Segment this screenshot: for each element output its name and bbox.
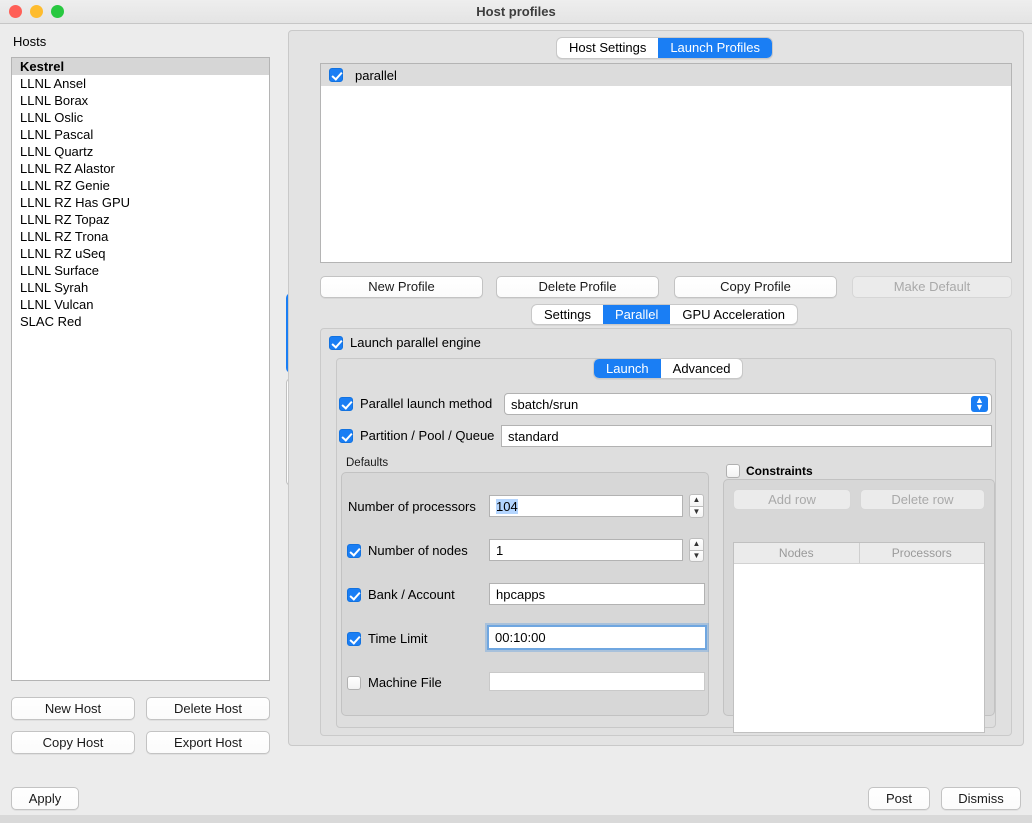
stepper-down-icon[interactable]: ▼ xyxy=(689,506,704,519)
copy-profile-button[interactable]: Copy Profile xyxy=(674,276,837,298)
window-titlebar: Host profiles xyxy=(0,0,1032,24)
post-button[interactable]: Post xyxy=(868,787,930,810)
host-list-item[interactable]: SLAC Red xyxy=(12,313,269,330)
host-list-item[interactable]: LLNL RZ Genie xyxy=(12,177,269,194)
host-list-item[interactable]: LLNL Oslic xyxy=(12,109,269,126)
partition-label: Partition / Pool / Queue xyxy=(360,428,494,443)
machine-file-row[interactable]: Machine File xyxy=(347,675,442,690)
constraints-table-header: Nodes Processors xyxy=(734,543,984,564)
constraints-checkbox[interactable] xyxy=(726,464,740,478)
profile-list[interactable]: parallel xyxy=(320,63,1012,263)
num-nodes-stepper[interactable]: ▲ ▼ xyxy=(689,538,704,562)
launch-parallel-engine-label: Launch parallel engine xyxy=(350,335,481,350)
bank-account-input[interactable]: hpcapps xyxy=(489,583,705,605)
constraints-row[interactable]: Constraints xyxy=(726,464,813,478)
bank-account-checkbox[interactable] xyxy=(347,588,361,602)
partition-input[interactable]: standard xyxy=(501,425,992,447)
launch-method-value: sbatch/srun xyxy=(511,397,578,412)
profile-tabs[interactable]: Settings Parallel GPU Acceleration xyxy=(531,304,798,325)
new-profile-button[interactable]: New Profile xyxy=(320,276,483,298)
num-nodes-input[interactable]: 1 xyxy=(489,539,683,561)
launch-method-label: Parallel launch method xyxy=(360,396,492,411)
partition-row[interactable]: Partition / Pool / Queue xyxy=(339,428,494,443)
launch-method-select[interactable]: sbatch/srun ▲▼ xyxy=(504,393,992,415)
profile-name: parallel xyxy=(355,68,397,83)
top-tabs[interactable]: Host Settings Launch Profiles xyxy=(556,37,773,59)
tab-advanced[interactable]: Advanced xyxy=(661,359,743,378)
partition-checkbox[interactable] xyxy=(339,429,353,443)
host-list-item[interactable]: LLNL Surface xyxy=(12,262,269,279)
apply-button[interactable]: Apply xyxy=(11,787,79,810)
time-limit-label: Time Limit xyxy=(368,631,427,646)
column-header-nodes: Nodes xyxy=(734,543,860,563)
profile-list-item[interactable]: parallel xyxy=(321,64,1011,86)
host-list[interactable]: Kestrel LLNL Ansel LLNL Borax LLNL Oslic… xyxy=(11,57,270,681)
stepper-up-icon[interactable]: ▲ xyxy=(689,538,704,550)
tab-host-settings[interactable]: Host Settings xyxy=(557,38,658,58)
launch-sub-tabs[interactable]: Launch Advanced xyxy=(593,358,743,379)
host-list-item[interactable]: LLNL Vulcan xyxy=(12,296,269,313)
num-nodes-value: 1 xyxy=(496,543,503,558)
bank-account-value: hpcapps xyxy=(496,587,545,602)
copy-host-button[interactable]: Copy Host xyxy=(11,731,135,754)
host-list-item[interactable]: LLNL RZ Trona xyxy=(12,228,269,245)
host-list-item[interactable]: LLNL RZ Has GPU xyxy=(12,194,269,211)
bank-account-label: Bank / Account xyxy=(368,587,455,602)
add-row-button: Add row xyxy=(733,489,851,510)
delete-host-button[interactable]: Delete Host xyxy=(146,697,270,720)
profile-enabled-checkbox[interactable] xyxy=(329,68,343,82)
window-title: Host profiles xyxy=(0,0,1032,24)
time-limit-value: 00:10:00 xyxy=(495,630,546,645)
window-bottom-strip xyxy=(0,815,1032,823)
host-list-item[interactable]: LLNL RZ uSeq xyxy=(12,245,269,262)
constraints-table[interactable]: Nodes Processors xyxy=(733,542,985,733)
num-nodes-checkbox[interactable] xyxy=(347,544,361,558)
tab-gpu-acceleration[interactable]: GPU Acceleration xyxy=(670,305,797,324)
machine-file-input[interactable] xyxy=(489,672,705,691)
host-list-item[interactable]: Kestrel xyxy=(12,58,269,75)
tab-launch-profiles[interactable]: Launch Profiles xyxy=(658,38,772,58)
delete-row-button: Delete row xyxy=(860,489,985,510)
num-processors-value: 104 xyxy=(496,499,518,514)
delete-profile-button[interactable]: Delete Profile xyxy=(496,276,659,298)
dismiss-button[interactable]: Dismiss xyxy=(941,787,1021,810)
launch-method-row[interactable]: Parallel launch method xyxy=(339,396,492,411)
time-limit-checkbox[interactable] xyxy=(347,632,361,646)
defaults-group-title: Defaults xyxy=(346,457,388,469)
launch-parallel-engine-checkbox[interactable] xyxy=(329,336,343,350)
partition-value: standard xyxy=(508,429,559,444)
new-host-button[interactable]: New Host xyxy=(11,697,135,720)
constraints-label: Constraints xyxy=(746,464,813,478)
time-limit-input[interactable]: 00:10:00 xyxy=(487,625,707,650)
host-list-item[interactable]: LLNL Syrah xyxy=(12,279,269,296)
num-processors-stepper[interactable]: ▲ ▼ xyxy=(689,494,704,518)
hosts-label: Hosts xyxy=(13,34,46,49)
num-processors-label: Number of processors xyxy=(348,499,476,514)
tab-parallel[interactable]: Parallel xyxy=(603,305,670,324)
host-list-item[interactable]: LLNL Quartz xyxy=(12,143,269,160)
num-nodes-row[interactable]: Number of nodes xyxy=(347,543,468,558)
num-processors-input[interactable]: 104 xyxy=(489,495,683,517)
time-limit-row[interactable]: Time Limit xyxy=(347,631,427,646)
num-nodes-label: Number of nodes xyxy=(368,543,468,558)
tab-settings[interactable]: Settings xyxy=(532,305,603,324)
tab-launch[interactable]: Launch xyxy=(594,359,661,378)
machine-file-label: Machine File xyxy=(368,675,442,690)
stepper-down-icon[interactable]: ▼ xyxy=(689,550,704,563)
column-header-processors: Processors xyxy=(860,543,985,563)
host-list-item[interactable]: LLNL RZ Topaz xyxy=(12,211,269,228)
machine-file-checkbox[interactable] xyxy=(347,676,361,690)
host-list-item[interactable]: LLNL Borax xyxy=(12,92,269,109)
launch-method-checkbox[interactable] xyxy=(339,397,353,411)
bank-account-row[interactable]: Bank / Account xyxy=(347,587,455,602)
host-list-item[interactable]: LLNL Pascal xyxy=(12,126,269,143)
launch-parallel-engine-row[interactable]: Launch parallel engine xyxy=(329,335,481,350)
make-default-button: Make Default xyxy=(852,276,1012,298)
chevron-updown-icon[interactable]: ▲▼ xyxy=(971,396,988,412)
stepper-up-icon[interactable]: ▲ xyxy=(689,494,704,506)
host-list-item[interactable]: LLNL RZ Alastor xyxy=(12,160,269,177)
host-list-item[interactable]: LLNL Ansel xyxy=(12,75,269,92)
export-host-button[interactable]: Export Host xyxy=(146,731,270,754)
constraints-group: Add row Delete row Nodes Processors xyxy=(723,479,995,716)
